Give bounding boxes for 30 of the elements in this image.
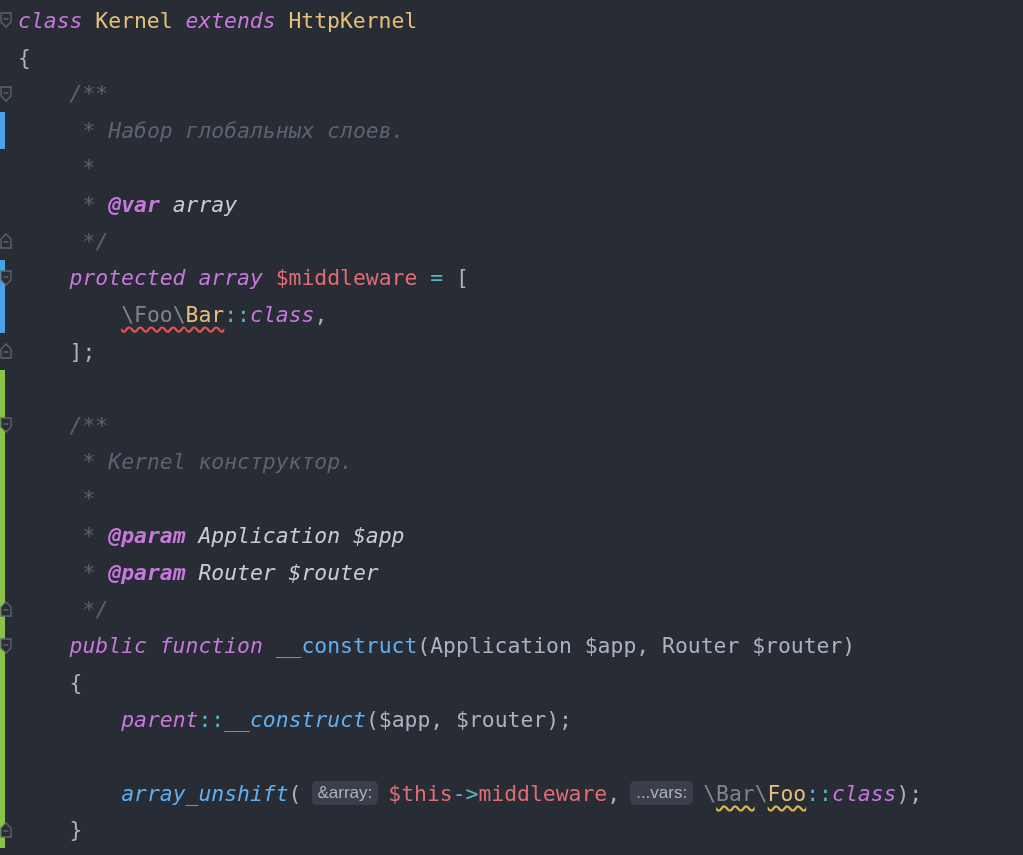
fold-icon[interactable] <box>0 269 12 286</box>
fold-icon[interactable] <box>0 416 12 433</box>
code-text: $this->middleware, <box>388 780 621 806</box>
code-text: \Bar\Foo::class); <box>703 780 923 806</box>
code-text: */ <box>82 228 109 254</box>
code-text: * @param Router $router <box>82 559 379 585</box>
code-text: array_unshift( <box>121 780 302 806</box>
code-text: * Kernel конструктор. <box>82 449 353 475</box>
code-text: { <box>69 670 83 696</box>
fold-icon[interactable] <box>0 600 12 617</box>
fold-icon[interactable] <box>0 821 12 838</box>
parameter-hint: ...vars: <box>630 781 694 806</box>
code-text: * @param Application $app <box>82 523 405 549</box>
code-text: public function __construct(Application $app, Router $router) <box>69 633 856 659</box>
code-text: ]; <box>69 339 96 365</box>
code-text: { <box>18 44 31 70</box>
fold-icon[interactable] <box>0 637 12 654</box>
code-text: /** <box>69 81 109 107</box>
parameter-hint: &array: <box>311 781 379 806</box>
code-text: protected array $middleware = [ <box>69 265 469 291</box>
code-text: * <box>82 486 96 512</box>
code-text: parent::__construct($app, $router); <box>121 707 572 733</box>
code-text: class Kernel extends HttpKernel <box>18 7 418 33</box>
code-text: * <box>82 155 96 181</box>
code-text: /** <box>69 412 109 438</box>
code-text: } <box>69 817 83 843</box>
code-text: */ <box>82 596 109 622</box>
code-text: * Набор глобальных слоев. <box>82 118 405 144</box>
code-text: * @var array <box>82 191 238 217</box>
code-text: \Foo\Bar::class, <box>121 302 328 328</box>
